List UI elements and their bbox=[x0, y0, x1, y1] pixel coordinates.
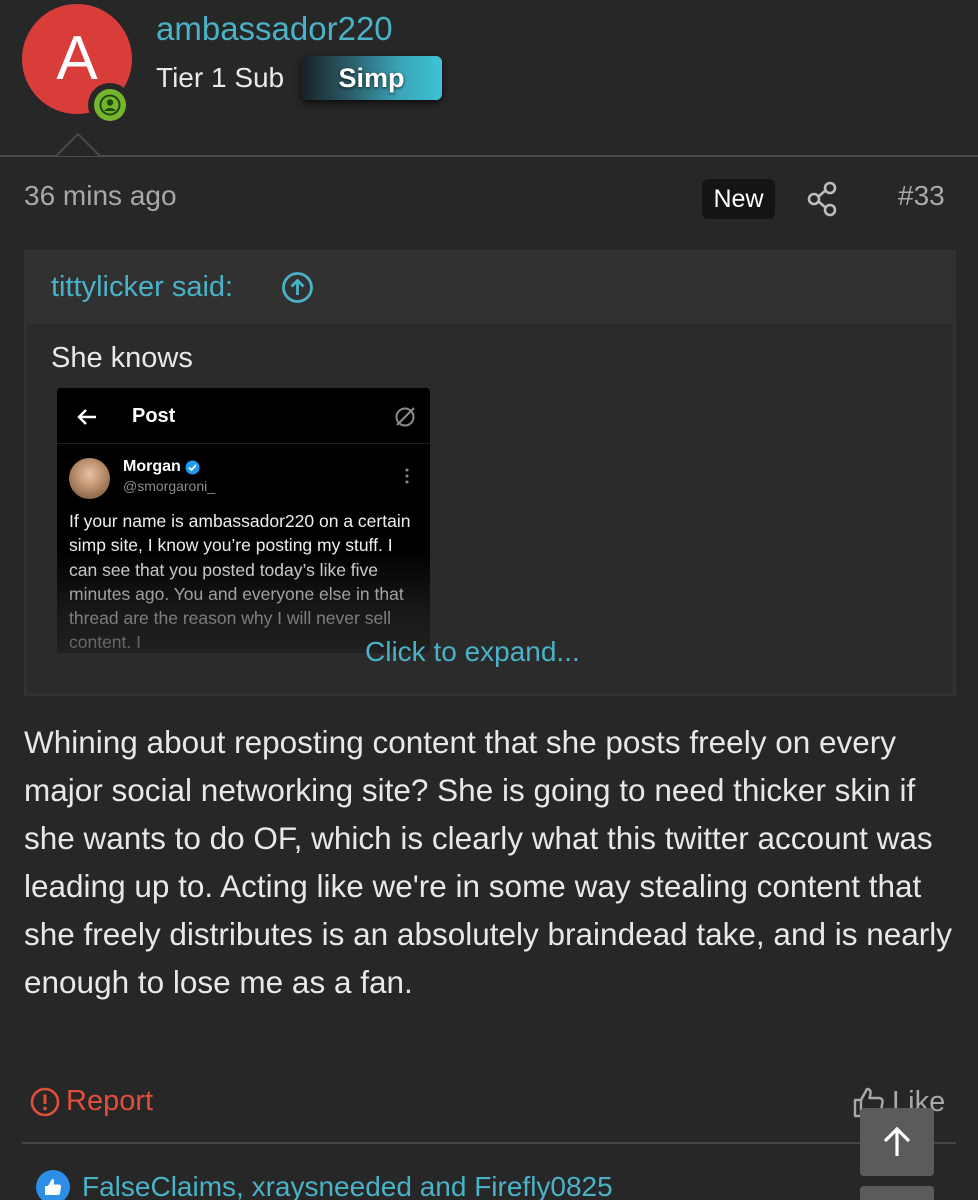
scroll-to-top-button[interactable] bbox=[860, 1108, 934, 1176]
scroll-to-bottom-button[interactable] bbox=[860, 1186, 934, 1200]
forum-post: A ambassador220 Tier 1 Sub Simp 36 mins … bbox=[0, 0, 978, 1200]
header-divider bbox=[0, 155, 978, 157]
report-label: Report bbox=[66, 1085, 154, 1117]
footer-divider bbox=[22, 1142, 956, 1144]
tweet-author-handle: @smorgaroni_ bbox=[123, 478, 216, 494]
avatar-letter: A bbox=[56, 24, 98, 93]
user-online-icon bbox=[88, 83, 132, 127]
tweet-bar-title: Post bbox=[132, 405, 176, 427]
click-to-expand-link[interactable]: Click to expand... bbox=[365, 636, 580, 668]
quote-author-link[interactable]: tittylicker said: bbox=[51, 271, 233, 304]
tweet-avatar bbox=[69, 458, 110, 499]
post-timestamp[interactable]: 36 mins ago bbox=[24, 180, 177, 212]
verified-icon bbox=[185, 460, 200, 475]
post-body: Whining about reposting content that she… bbox=[24, 724, 953, 1000]
exclamation-circle-icon bbox=[30, 1087, 60, 1116]
reactions-summary[interactable]: FalseClaims, xraysneeded and Firefly0825 bbox=[36, 1170, 613, 1200]
embedded-tweet-image[interactable]: Post Morgan @smorgaroni_ If your name is… bbox=[57, 388, 430, 653]
quote-header: tittylicker said: bbox=[24, 250, 956, 324]
arrow-up-circle-icon[interactable] bbox=[281, 271, 314, 304]
reaction-like-icon bbox=[36, 1170, 70, 1200]
tweet-top-bar: Post bbox=[57, 388, 430, 444]
share-icon[interactable] bbox=[805, 180, 841, 218]
user-banner-badge: Simp bbox=[301, 56, 442, 100]
tweet-author-name: Morgan bbox=[123, 458, 181, 475]
post-number-link[interactable]: #33 bbox=[898, 180, 945, 212]
username-link[interactable]: ambassador220 bbox=[156, 10, 393, 48]
quote-body: She knows Post Morgan @smorgaroni_ If yo… bbox=[27, 324, 953, 693]
more-options-icon bbox=[405, 468, 409, 484]
quote-block: tittylicker said: She knows Post Morgan … bbox=[24, 250, 956, 696]
user-title: Tier 1 Sub bbox=[156, 62, 285, 93]
caret-pointer-icon bbox=[56, 133, 100, 157]
arrow-up-icon bbox=[883, 1126, 911, 1156]
report-button[interactable]: Report bbox=[30, 1085, 153, 1118]
grok-icon bbox=[395, 407, 415, 427]
new-badge: New bbox=[702, 179, 775, 219]
back-arrow-icon bbox=[77, 409, 96, 425]
quote-text: She knows bbox=[51, 342, 193, 374]
reactions-users: FalseClaims, xraysneeded and Firefly0825 bbox=[82, 1171, 613, 1200]
